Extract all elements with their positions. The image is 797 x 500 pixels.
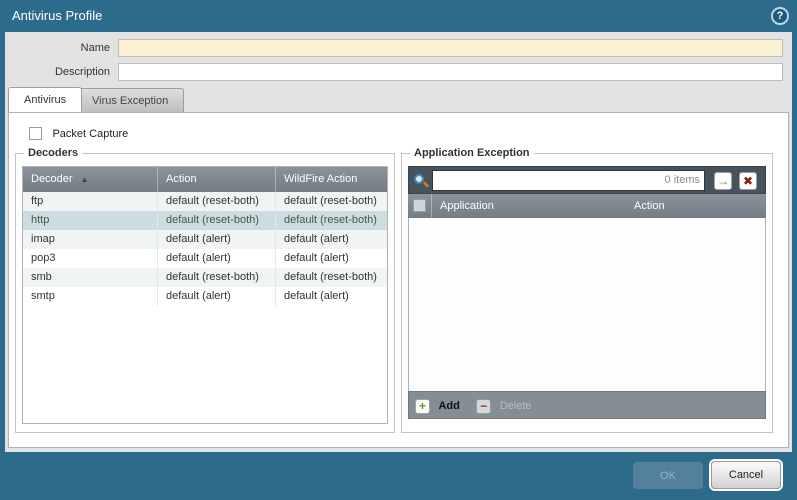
table-row-smb[interactable]: smb default (reset-both) default (reset-… bbox=[23, 268, 387, 287]
table-row-http[interactable]: http default (reset-both) default (reset… bbox=[23, 211, 387, 230]
application-exception-legend: Application Exception bbox=[410, 147, 534, 159]
application-search-input[interactable] bbox=[432, 170, 705, 191]
tab-strip: Antivirus Virus Exception bbox=[5, 88, 792, 112]
application-table-footer: + Add − Delete bbox=[408, 391, 766, 419]
select-all-checkbox[interactable] bbox=[413, 199, 426, 212]
name-label: Name bbox=[10, 42, 110, 54]
table-row-imap[interactable]: imap default (alert) default (alert) bbox=[23, 230, 387, 249]
application-table-header: Application Action bbox=[408, 194, 766, 218]
dialog-footer: OK Cancel bbox=[0, 452, 797, 500]
cancel-button[interactable]: Cancel bbox=[711, 461, 781, 489]
packet-capture-label: Packet Capture bbox=[52, 128, 128, 140]
help-icon[interactable]: ? bbox=[771, 7, 789, 25]
select-all-cell bbox=[408, 194, 432, 218]
search-icon bbox=[413, 173, 429, 189]
packet-capture-row: Packet Capture bbox=[29, 125, 128, 139]
column-header-decoder[interactable]: Decoder ▲ bbox=[23, 167, 158, 192]
tab-antivirus[interactable]: Antivirus bbox=[8, 87, 82, 112]
red-x-icon: ✖ bbox=[743, 174, 753, 188]
decoders-panel: Decoders Decoder ▲ Action WildFire Actio… bbox=[15, 153, 395, 433]
column-header-application-action[interactable]: Action bbox=[626, 194, 766, 218]
decoders-legend: Decoders bbox=[24, 147, 82, 159]
tab-virus-exception[interactable]: Virus Exception bbox=[76, 88, 184, 112]
application-exception-toolbar: 0 items → ✖ bbox=[408, 166, 766, 194]
table-row-ftp[interactable]: ftp default (reset-both) default (reset-… bbox=[23, 192, 387, 211]
delete-icon: − bbox=[476, 399, 491, 414]
ok-button: OK bbox=[633, 462, 703, 489]
column-header-application[interactable]: Application bbox=[432, 194, 626, 218]
packet-capture-checkbox[interactable] bbox=[29, 127, 42, 140]
column-header-action[interactable]: Action bbox=[158, 167, 276, 192]
dialog-body: Name Description Antivirus Virus Excepti… bbox=[0, 32, 797, 452]
application-table-body bbox=[408, 218, 766, 391]
table-row-pop3[interactable]: pop3 default (alert) default (alert) bbox=[23, 249, 387, 268]
apply-filter-button[interactable]: → bbox=[714, 172, 732, 190]
add-button[interactable]: Add bbox=[438, 400, 459, 412]
decoders-table-header: Decoder ▲ Action WildFire Action bbox=[23, 167, 387, 192]
clear-filter-button[interactable]: ✖ bbox=[739, 172, 757, 190]
dialog-titlebar: Antivirus Profile ? bbox=[0, 0, 797, 32]
green-arrow-icon: → bbox=[717, 174, 729, 188]
column-header-wildfire-action[interactable]: WildFire Action bbox=[276, 167, 387, 192]
sort-ascending-icon: ▲ bbox=[81, 175, 89, 184]
tab-content-antivirus: Packet Capture Decoders Decoder ▲ Action… bbox=[8, 112, 789, 448]
application-exception-panel: Application Exception 0 items → ✖ bbox=[401, 153, 773, 433]
table-row-smtp[interactable]: smtp default (alert) default (alert) bbox=[23, 287, 387, 306]
decoders-table: Decoder ▲ Action WildFire Action ftp def… bbox=[22, 166, 388, 424]
name-input[interactable] bbox=[118, 39, 783, 57]
description-input[interactable] bbox=[118, 63, 783, 81]
dialog-title: Antivirus Profile bbox=[12, 8, 102, 23]
description-label: Description bbox=[10, 66, 110, 78]
delete-button-disabled: Delete bbox=[500, 400, 532, 412]
add-icon[interactable]: + bbox=[415, 399, 430, 414]
